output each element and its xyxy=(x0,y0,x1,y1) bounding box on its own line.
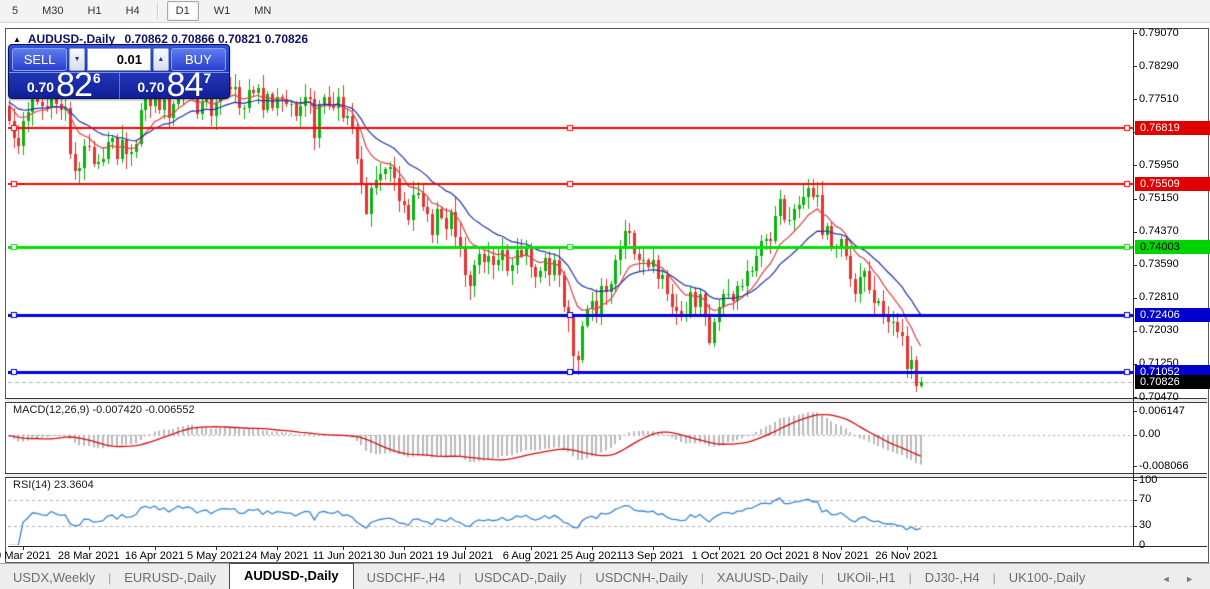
price-tick-mark xyxy=(1133,165,1137,166)
price-tick-mark xyxy=(1133,33,1137,34)
price-tick-label: 0.79070 xyxy=(1139,27,1179,39)
rsi-tick-mark xyxy=(1133,500,1137,501)
price-tick-mark xyxy=(1133,298,1137,299)
price-tick-mark xyxy=(1133,331,1137,332)
chart-symbol-label: AUDUSD-,Daily xyxy=(28,32,115,46)
rsi-tick-mark xyxy=(1133,546,1137,547)
price-line-badge: 0.74003 xyxy=(1135,240,1210,254)
time-axis-border xyxy=(8,546,1207,547)
sell-price-big: 82 xyxy=(56,72,92,98)
price-tick-label: 0.75950 xyxy=(1139,159,1179,171)
price-tick-mark xyxy=(1133,99,1137,100)
chart-tab-bar: USDX,Weekly|EURUSD-,DailyAUDUSD-,DailyUS… xyxy=(0,563,1210,589)
tab-usdcad-daily[interactable]: USDCAD-,Daily xyxy=(461,566,579,589)
sell-price[interactable]: 0.70 82 6 xyxy=(9,73,120,99)
trade-panel-prices: 0.70 82 6 0.70 84 7 xyxy=(9,72,229,99)
tab-scroll-arrows[interactable]: ◄ ► xyxy=(1162,574,1210,589)
price-tick-mark xyxy=(1133,265,1137,266)
timeframe-button-5[interactable]: 5 xyxy=(3,1,27,21)
timeframe-button-w1[interactable]: W1 xyxy=(205,1,240,21)
tab-usdcnh-daily[interactable]: USDCNH-,Daily xyxy=(582,566,700,589)
rsi-indicator-canvas[interactable] xyxy=(8,478,1133,545)
timeframe-button-m30[interactable]: M30 xyxy=(33,1,72,21)
price-tick-label: 0.77510 xyxy=(1139,93,1179,105)
date-tick-label: 1 Oct 2021 xyxy=(692,550,746,562)
sell-price-pip: 6 xyxy=(93,70,101,86)
macd-tick-mark xyxy=(1133,411,1137,412)
tab-eurusd-daily[interactable]: EURUSD-,Daily xyxy=(111,566,229,589)
price-tick-mark xyxy=(1133,232,1137,233)
price-tick-label: 0.75150 xyxy=(1139,192,1179,204)
price-tick-label: 0.72810 xyxy=(1139,291,1179,303)
macd-label: MACD(12,26,9) -0.007420 -0.006552 xyxy=(13,404,195,416)
macd-rsi-separator[interactable] xyxy=(5,473,1207,478)
toolbar-separator xyxy=(157,3,159,19)
price-tick-label: 0.78290 xyxy=(1139,60,1179,72)
timeframe-button-h1[interactable]: H1 xyxy=(79,1,111,21)
sell-price-prefix: 0.70 xyxy=(27,79,54,95)
price-line-badge: 0.76819 xyxy=(1135,121,1210,135)
timeframe-toolbar: 5 M30 H1 H4 D1 W1MN xyxy=(0,0,1210,23)
rsi-tick-label: 0 xyxy=(1139,539,1145,551)
macd-tick-label: 0.006147 xyxy=(1139,405,1185,417)
date-tick-label: 30 Jun 2021 xyxy=(373,550,434,562)
buy-price-pip: 7 xyxy=(203,70,211,86)
date-tick-label: 19 Jul 2021 xyxy=(436,550,493,562)
date-tick-label: 11 Jun 2021 xyxy=(313,550,373,562)
date-tick-label: 13 Sep 2021 xyxy=(622,550,684,562)
tab-xauusd-daily[interactable]: XAUUSD-,Daily xyxy=(704,566,821,589)
price-tick-label: 0.74370 xyxy=(1139,225,1179,237)
collapse-icon[interactable]: ▲ xyxy=(13,35,21,44)
buy-price-big: 84 xyxy=(167,72,203,98)
price-tick-label: 0.72030 xyxy=(1139,324,1179,336)
rsi-tick-label: 70 xyxy=(1139,493,1151,505)
date-tick-label: 16 Apr 2021 xyxy=(125,550,184,562)
date-tick-label: 9 Mar 2021 xyxy=(0,550,51,562)
rsi-label: RSI(14) 23.3604 xyxy=(13,479,94,491)
chart-ohlc-values: 0.70862 0.70866 0.70821 0.70826 xyxy=(125,32,309,46)
buy-price[interactable]: 0.70 84 7 xyxy=(120,73,230,99)
mt4-terminal: 5 M30 H1 H4 D1 W1MN ▲ AUDUSD-,Daily 0.70862 0… xyxy=(0,0,1210,589)
date-tick-label: 5 May 2021 xyxy=(187,550,244,562)
rsi-tick-label: 100 xyxy=(1139,474,1157,486)
rsi-tick-mark xyxy=(1133,526,1137,527)
tab-ukoil-h1[interactable]: UKOil-,H1 xyxy=(824,566,909,589)
date-tick-label: 20 Oct 2021 xyxy=(750,550,810,562)
lot-size-input[interactable] xyxy=(87,48,151,71)
price-tick-mark xyxy=(1133,397,1137,398)
macd-tick-label: 0.00 xyxy=(1139,428,1160,440)
tab-uk100-daily[interactable]: UK100-,Daily xyxy=(996,566,1099,589)
rsi-tick-label: 30 xyxy=(1139,519,1151,531)
date-tick-label: 8 Nov 2021 xyxy=(813,550,869,562)
macd-tick-mark xyxy=(1133,466,1137,467)
date-tick-label: 24 May 2021 xyxy=(245,550,309,562)
chart-title: ▲ AUDUSD-,Daily 0.70862 0.70866 0.70821 … xyxy=(13,32,308,46)
date-tick-label: 25 Aug 2021 xyxy=(561,550,623,562)
price-axis-border xyxy=(1133,30,1134,546)
price-macd-separator[interactable] xyxy=(5,398,1207,403)
price-line-badge: 0.72406 xyxy=(1135,308,1210,322)
tab-dj30-h4[interactable]: DJ30-,H4 xyxy=(912,566,993,589)
price-tick-mark xyxy=(1133,199,1137,200)
price-tick-label: 0.73590 xyxy=(1139,258,1179,270)
macd-tick-mark xyxy=(1133,435,1137,436)
timeframe-button-mn[interactable]: MN xyxy=(245,1,280,21)
rsi-tick-mark xyxy=(1133,480,1137,481)
timeframe-button-h4[interactable]: H4 xyxy=(117,1,149,21)
tab-usdx-weekly[interactable]: USDX,Weekly xyxy=(0,566,108,589)
date-tick-label: 6 Aug 2021 xyxy=(503,550,559,562)
price-line-badge: 0.70826 xyxy=(1135,375,1210,389)
date-tick-label: 28 Mar 2021 xyxy=(58,550,120,562)
tab-usdchf-h4[interactable]: USDCHF-,H4 xyxy=(354,566,459,589)
buy-price-prefix: 0.70 xyxy=(137,79,164,95)
price-tick-label: 0.70470 xyxy=(1139,391,1179,403)
date-tick-label: 26 Nov 2021 xyxy=(875,550,937,562)
one-click-trade-panel: SELL ▼ ▲ BUY 0.70 82 6 0.70 84 7 xyxy=(8,44,230,99)
price-line-badge: 0.75509 xyxy=(1135,177,1210,191)
tab-audusd-daily[interactable]: AUDUSD-,Daily xyxy=(229,563,354,589)
macd-tick-label: -0.008066 xyxy=(1139,460,1189,472)
price-tick-mark xyxy=(1133,66,1137,67)
timeframe-button-d1[interactable]: D1 xyxy=(167,1,199,21)
